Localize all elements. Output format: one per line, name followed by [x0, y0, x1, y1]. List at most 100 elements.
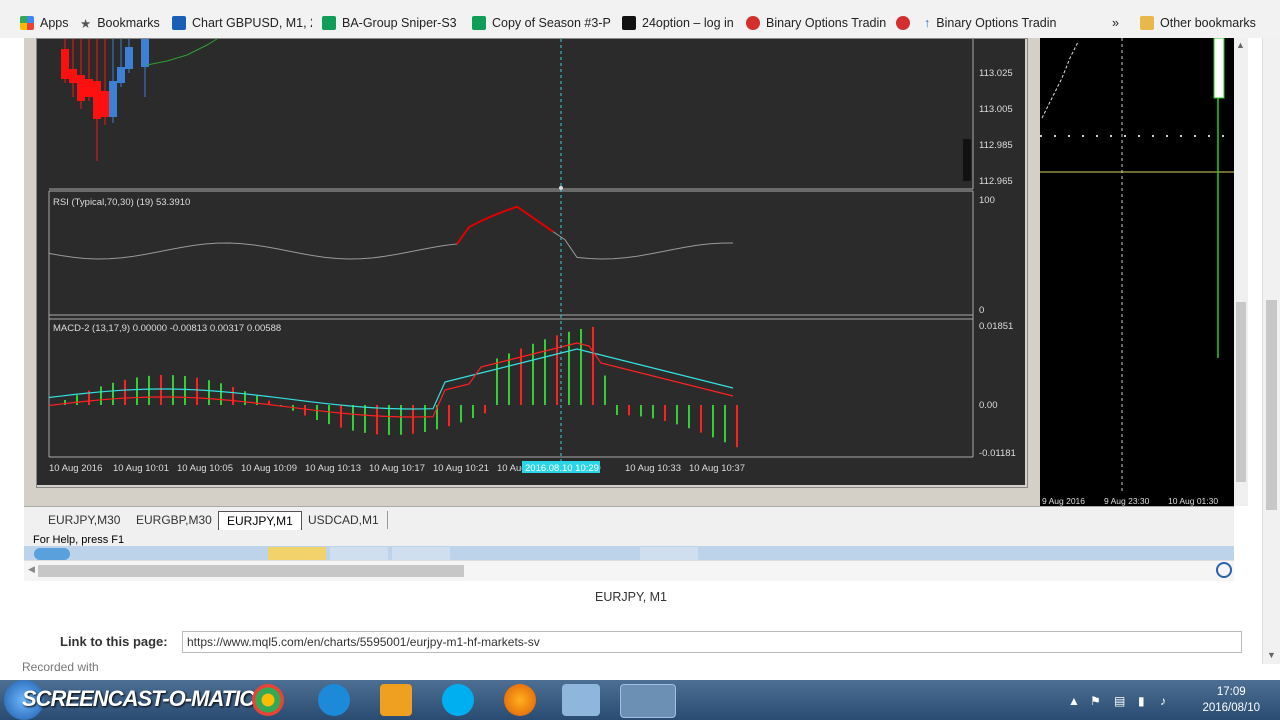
bookmark-bookmarks[interactable]: ★ Bookmarks	[80, 14, 160, 32]
embedded-task-button	[330, 547, 388, 560]
status-text: For Help, press F1	[33, 534, 125, 546]
secondary-chart[interactable]: 9 Aug 2016 9 Aug 23:30 10 Aug 01:30	[1040, 37, 1234, 506]
bookmark-apps[interactable]: Apps	[20, 14, 69, 32]
apps-icon	[20, 16, 34, 30]
tray-flag-icon[interactable]: ⚑	[1090, 694, 1101, 708]
main-chart[interactable]: 113.025 113.005 112.985 112.965 RSI (Typ…	[37, 38, 1025, 485]
secondary-scroll-thumb[interactable]	[1236, 302, 1246, 482]
macd-signal-line	[48, 348, 734, 410]
candle-body	[141, 39, 149, 67]
time-axis-label: 10 Aug 10:37	[689, 463, 745, 474]
clock-time: 17:09	[1216, 686, 1246, 698]
rsi-overbought-line	[456, 205, 554, 245]
rsi-label: RSI (Typical,70,30) (19) 53.3910	[53, 197, 190, 208]
page-scroll-thumb[interactable]	[1266, 300, 1277, 510]
tab-usdcad-m1[interactable]: USDCAD,M1	[300, 511, 388, 529]
moving-average-line	[146, 38, 218, 66]
folder-icon	[1140, 16, 1154, 30]
tab-eurjpy-m30[interactable]: EURJPY,M30	[40, 511, 128, 529]
skype-icon[interactable]	[442, 684, 474, 716]
candle-body	[109, 81, 117, 117]
status-bar: For Help, press F1	[24, 534, 1234, 546]
tab-eurgbp-m30[interactable]: EURGBP,M30	[128, 511, 220, 529]
chart-tabs: EURJPY,M30 EURGBP,M30 EURJPY,M1 USDCAD,M…	[24, 506, 1234, 535]
bookmarks-overflow-button[interactable]: »	[1112, 14, 1119, 32]
candle-body	[61, 49, 69, 79]
bookmarks-bar: Apps ★ Bookmarks Chart GBPUSD, M1, 2( BA-…	[0, 0, 1280, 39]
time-axis-label: 10 Aug 10:05	[177, 463, 233, 474]
link-label: Link to this page:	[60, 634, 168, 649]
embedded-task-button	[392, 547, 450, 560]
macd-tick-label: 0.00	[979, 400, 998, 411]
price-tick-label: 113.025	[979, 68, 1013, 79]
sheets-icon	[472, 16, 486, 30]
candle-body	[117, 67, 125, 83]
horizontal-scroll-thumb[interactable]	[38, 565, 464, 577]
taskbar-clock[interactable]: 17:09 2016/08/10	[1202, 684, 1260, 716]
time-axis-label: 10 Aug 10:13	[305, 463, 361, 474]
price-tick-label: 112.985	[979, 140, 1013, 151]
secondary-chart-scrollbar[interactable]: ▲	[1234, 38, 1248, 506]
time-axis-label: 10 Aug 10:21	[433, 463, 489, 474]
tray-show-hidden-icon[interactable]: ▲	[1068, 694, 1080, 708]
bookmark-ba-group[interactable]: BA-Group Sniper-S3 -	[322, 14, 460, 32]
screencast-app-icon[interactable]	[620, 684, 676, 718]
chart-caption: EURJPY, M1	[594, 590, 667, 604]
bookmark-chart-gbpusd[interactable]: Chart GBPUSD, M1, 2(	[172, 14, 312, 32]
secondary-time-label: 9 Aug 23:30	[1104, 496, 1150, 506]
24option-icon	[622, 16, 636, 30]
price-tick-label: 112.965	[979, 176, 1013, 187]
bookmark-binary-options-1[interactable]: Binary Options Tradin	[746, 14, 886, 32]
scroll-left-arrow-icon[interactable]: ◀	[28, 564, 35, 575]
macd-tick-label: 0.01851	[979, 321, 1013, 332]
ccleaner-icon[interactable]	[318, 684, 350, 716]
macd-tick-label: -0.01181	[979, 448, 1016, 459]
scroll-down-arrow-icon[interactable]: ▼	[1267, 650, 1276, 660]
windows-taskbar: SCREENCAST-O-MATIC ▲ ⚑ ▤ ▮ ♪ 17:09 2016/…	[0, 680, 1280, 720]
sheets-icon	[322, 16, 336, 30]
page-vertical-scrollbar[interactable]: ▼	[1262, 38, 1280, 664]
embedded-taskbar-strip	[24, 546, 1234, 560]
bookmark-24option[interactable]: 24option – log in	[622, 14, 740, 32]
price-marker	[963, 139, 971, 181]
secondary-candle	[1213, 37, 1225, 99]
candle-body	[125, 47, 133, 69]
rsi-tick-label: 0	[979, 305, 984, 316]
tray-network-icon[interactable]: ▤	[1114, 694, 1125, 708]
macd-label: MACD-2 (13,17,9) 0.00000 -0.00813 0.0031…	[53, 323, 281, 334]
web-page: 113.025 113.005 112.985 112.965 RSI (Typ…	[0, 37, 1262, 674]
tray-volume-icon[interactable]: ♪	[1160, 694, 1166, 708]
rsi-line	[48, 206, 734, 260]
tab-eurjpy-m1[interactable]: EURJPY,M1	[218, 511, 302, 530]
screencast-watermark: SCREENCAST-O-MATIC	[22, 686, 255, 711]
secondary-time-label: 10 Aug 01:30	[1168, 496, 1218, 506]
cursor-highlight-icon	[1216, 562, 1232, 578]
secondary-chart-canvas: 9 Aug 2016 9 Aug 23:30 10 Aug 01:30	[1040, 37, 1234, 506]
scroll-up-arrow-icon[interactable]: ▲	[1236, 40, 1245, 50]
tray-signal-icon[interactable]: ▮	[1138, 694, 1145, 708]
secondary-price-line	[1041, 41, 1079, 119]
bookmark-other[interactable]: Other bookmarks	[1140, 14, 1256, 32]
metatrader-window: 113.025 113.005 112.985 112.965 RSI (Typ…	[24, 37, 1248, 560]
secondary-time-label: 9 Aug 2016	[1042, 496, 1085, 506]
macd-main-line	[48, 342, 734, 418]
time-axis-label: 10 Aug 10:01	[113, 463, 169, 474]
horizontal-scrollbar[interactable]: ◀	[24, 560, 1234, 581]
embedded-task-button	[268, 547, 326, 560]
firefox-icon[interactable]	[504, 684, 536, 716]
rsi-tick-label: 100	[979, 195, 995, 206]
bookmark-binary-options-2[interactable]: ↑ Binary Options Tradin	[924, 14, 1064, 32]
time-axis-label: 10 Aug 10:09	[241, 463, 297, 474]
start-orb-icon	[34, 548, 70, 560]
chart-canvas: 113.025 113.005 112.985 112.965 RSI (Typ…	[48, 38, 1016, 474]
crosshair-time-label: 2016.08.10 10:29	[525, 463, 599, 474]
outlook-icon[interactable]	[380, 684, 412, 716]
star-icon: ★	[80, 16, 92, 31]
crosshair-dot	[559, 186, 563, 190]
recorded-with-text: Recorded with	[22, 660, 99, 674]
explorer-window-icon[interactable]	[562, 684, 600, 716]
bookmark-binary-icon-only[interactable]	[896, 14, 914, 32]
link-input[interactable]	[182, 631, 1242, 653]
chrome-icon[interactable]	[252, 684, 284, 716]
bookmark-copy-season[interactable]: Copy of Season #3-P	[472, 14, 612, 32]
